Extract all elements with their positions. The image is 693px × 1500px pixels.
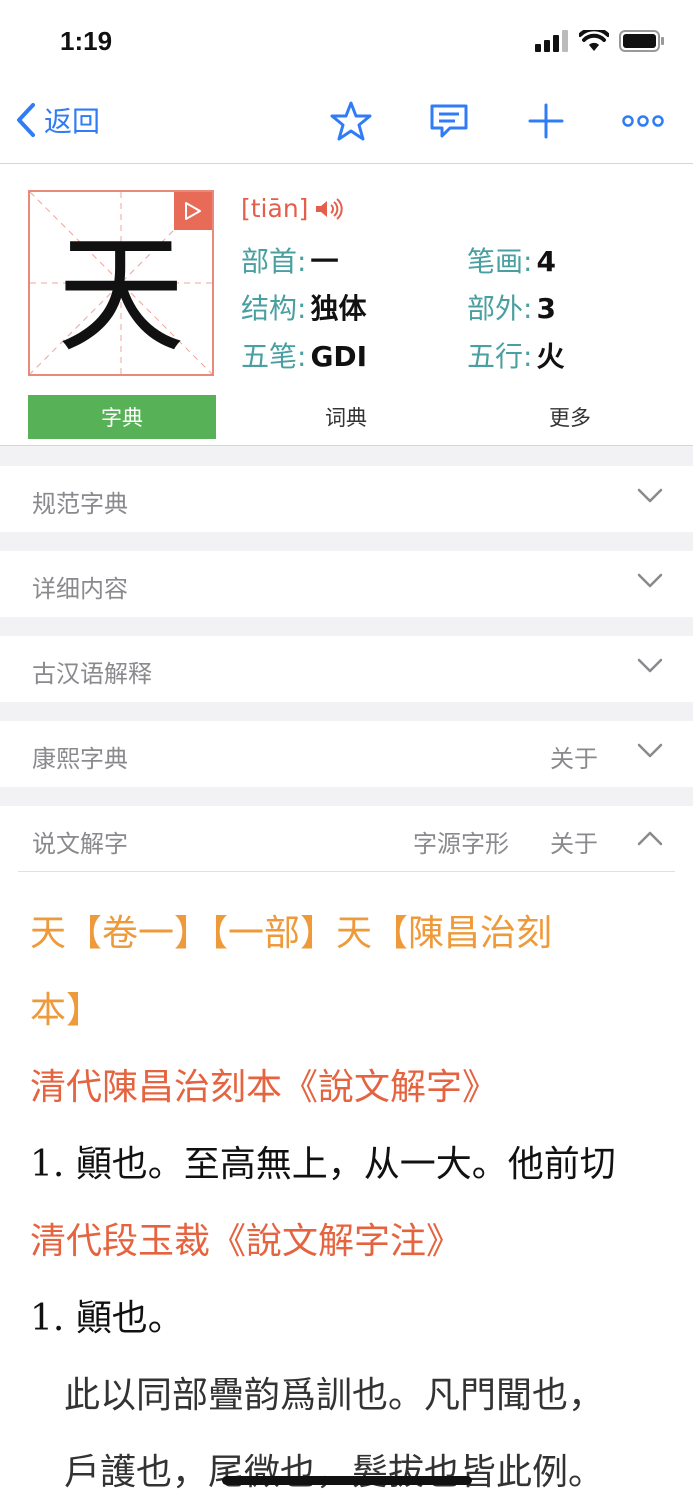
- add-button[interactable]: [523, 98, 569, 144]
- pinyin-pronunciation[interactable]: [tiān]: [241, 194, 344, 223]
- tab-more[interactable]: 更多: [476, 395, 664, 439]
- chevron-up-icon: [637, 831, 663, 846]
- status-bar: 1:19: [0, 0, 693, 80]
- character-writing-box[interactable]: 天: [28, 190, 214, 376]
- structure-value: 独体: [310, 292, 367, 325]
- dictionary-tabs: 字典 词典 更多: [28, 395, 668, 439]
- wubi-label: 五笔:: [241, 340, 307, 373]
- status-time: 1:19: [60, 26, 113, 56]
- extra-strokes-value: 3: [536, 292, 556, 325]
- home-indicator[interactable]: [222, 1476, 472, 1485]
- status-icons: [535, 30, 665, 52]
- stroke-count-info: 笔画: 4: [467, 240, 556, 280]
- cellular-signal-icon: [535, 30, 568, 52]
- source-title-duan: 清代段玉裁《說文解字注》: [30, 1221, 463, 1262]
- definition-duan: 1. 顚也。: [30, 1298, 184, 1339]
- wubi-value: GDI: [310, 340, 368, 373]
- chevron-down-icon: [637, 488, 663, 503]
- chevron-left-icon: [17, 103, 35, 137]
- definition-chen: 1. 顚也。至高無上，从一大。他前切: [30, 1144, 616, 1185]
- speaker-icon[interactable]: [314, 197, 344, 220]
- more-button[interactable]: [620, 98, 666, 144]
- annotation-line: 此以同部疊韵爲訓也。凡門聞也，: [64, 1375, 605, 1416]
- structure-info: 结构: 独体: [241, 287, 366, 327]
- comment-button[interactable]: [426, 98, 472, 144]
- chevron-down-icon: [637, 743, 663, 758]
- back-button[interactable]: 返回: [14, 100, 100, 140]
- section-kangxi-zidian[interactable]: 康熙字典 关于: [0, 721, 693, 787]
- radical-value: 一: [310, 245, 339, 278]
- section-title: 规范字典: [32, 490, 128, 518]
- ellipsis-icon: [622, 115, 664, 127]
- wuxing-value: 火: [536, 340, 565, 373]
- play-icon: [185, 202, 201, 220]
- section-title: 说文解字: [32, 830, 128, 858]
- radical-info: 部首: 一: [241, 240, 338, 280]
- favorite-button[interactable]: [328, 98, 374, 144]
- radical-label: 部首:: [241, 245, 307, 278]
- source-title-chen: 清代陳昌治刻本《說文解字》: [30, 1067, 499, 1108]
- about-link[interactable]: 关于: [550, 739, 598, 774]
- comment-icon: [430, 104, 468, 138]
- structure-label: 结构:: [241, 292, 307, 325]
- tab-zidian[interactable]: 字典: [28, 395, 216, 439]
- stroke-animation-play-button[interactable]: [174, 192, 212, 230]
- extra-strokes-info: 部外: 3: [467, 287, 556, 327]
- section-classical-chinese[interactable]: 古汉语解释: [0, 636, 693, 702]
- pinyin-text: [tiān]: [241, 194, 309, 223]
- wubi-info: 五笔: GDI: [241, 335, 367, 375]
- extra-strokes-label: 部外:: [467, 292, 533, 325]
- about-link[interactable]: 关于: [550, 824, 598, 859]
- wuxing-label: 五行:: [467, 340, 533, 373]
- section-title: 康熙字典: [32, 745, 128, 773]
- tab-cidian[interactable]: 词典: [252, 395, 440, 439]
- section-title: 详细内容: [32, 575, 128, 603]
- entry-heading-continued: 本】: [30, 990, 103, 1031]
- character-origin-link[interactable]: 字源字形: [413, 824, 509, 859]
- stroke-count-label: 笔画:: [467, 245, 533, 278]
- navigation-bar: 返回: [0, 80, 693, 164]
- shuowen-content: 天【卷一】【一部】天【陳昌治刻 本】 清代陳昌治刻本《說文解字》 1. 顚也。至…: [0, 871, 693, 1500]
- entry-heading: 天【卷一】【一部】天【陳昌治刻: [30, 913, 553, 954]
- star-icon: [330, 101, 372, 141]
- divider: [18, 871, 675, 872]
- annotation-line: 戶護也，尾微也，髮拔也皆此例。: [64, 1452, 605, 1493]
- section-title: 古汉语解释: [32, 660, 152, 688]
- chevron-down-icon: [637, 573, 663, 588]
- back-label: 返回: [44, 105, 101, 138]
- battery-icon: [619, 30, 664, 52]
- wifi-icon: [579, 30, 609, 51]
- chevron-down-icon: [637, 658, 663, 673]
- wuxing-info: 五行: 火: [467, 335, 564, 375]
- plus-icon: [528, 103, 564, 139]
- section-shuowen-jiezi[interactable]: 说文解字 字源字形 关于: [0, 806, 693, 872]
- section-guifan-zidian[interactable]: 规范字典: [0, 466, 693, 532]
- stroke-count-value: 4: [536, 245, 556, 278]
- character-header: 天 [tiān] 部首: 一 笔画: 4 结构: 独体 部外: 3 五笔: GDI 五行:…: [0, 164, 693, 446]
- section-detailed-content[interactable]: 详细内容: [0, 551, 693, 617]
